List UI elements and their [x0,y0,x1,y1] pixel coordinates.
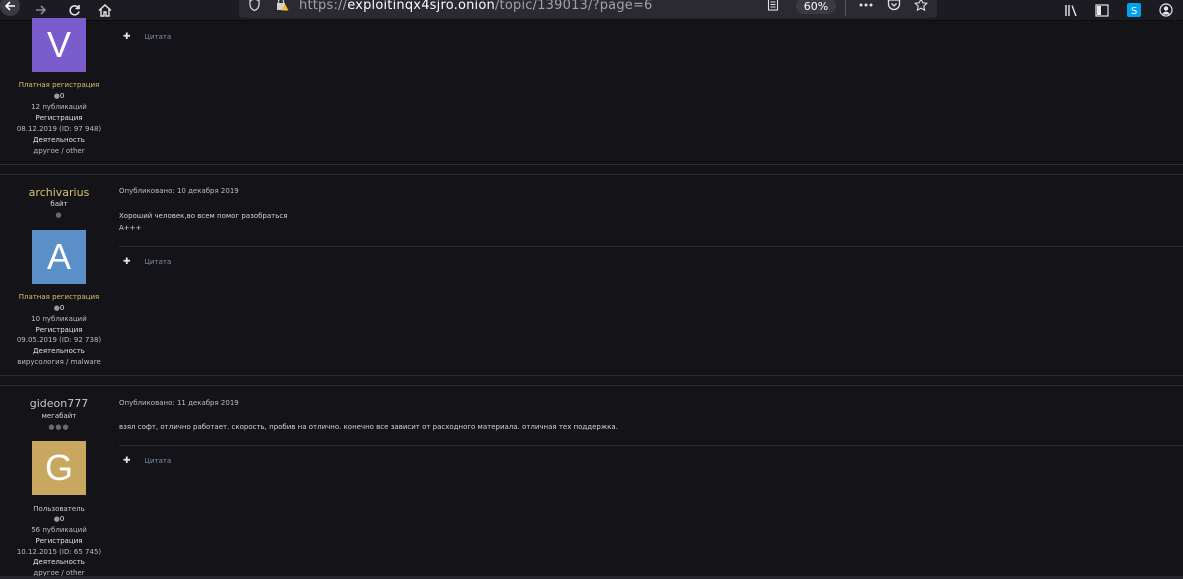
url-path: /topic/139013/?page=6 [494,0,653,13]
plus-icon[interactable]: ✚ [123,456,131,466]
post-body: Хороший человек,во всем помог разобратьс… [119,212,288,232]
activity-label: Деятельность [33,558,85,566]
arrow-right-icon[interactable] [33,0,49,20]
post-body-separator [119,445,1183,446]
published-date: Опубликовано: 11 декабря 2019 [119,399,239,407]
user-role: Платная регистрация [18,81,100,89]
reputation-value: 0 [59,304,65,312]
sidebar-icon[interactable] [1094,0,1110,20]
posts-count: 10 публикаций [31,315,87,323]
url-scheme: https:// [299,0,348,13]
url-text[interactable]: https://exploitinqx4sjro.onion/topic/139… [299,0,653,13]
arrow-left-icon[interactable] [0,0,20,16]
activity-label: Деятельность [33,136,85,144]
ellipsis-icon[interactable] [858,0,874,14]
username[interactable]: gideon777 [0,397,118,410]
rank-dots: ● [55,211,63,219]
quote-link[interactable]: Цитата [145,258,172,266]
avatar[interactable]: A [32,230,86,284]
user-role: Пользователь [33,505,85,513]
post-body: взял софт, отлично работает. скорость, п… [119,423,618,431]
star-icon[interactable] [913,0,929,14]
shield-icon[interactable] [249,0,260,14]
post-divider [0,164,1183,165]
activity-label: Деятельность [33,347,85,355]
avatar[interactable]: G [32,441,86,495]
post-divider [0,375,1183,376]
quote-link[interactable]: Цитата [145,33,172,41]
url-separator [845,0,846,16]
registration-value: 10.12.2015 (ID: 65 745) [16,548,102,556]
registration-label: Регистрация [35,537,83,545]
user-role: Платная регистрация [18,293,100,301]
reputation: ●0 [0,303,118,313]
quote-row: ✚ Цитата [123,456,171,466]
quote-link[interactable]: Цитата [145,457,172,465]
activity-value: вирусология / malware [17,358,101,366]
user-rank: байт [50,200,68,208]
reload-icon[interactable] [66,0,82,20]
reputation-value: 0 [59,515,65,523]
skype-icon[interactable]: S [1126,0,1142,20]
registration-label: Регистрация [35,114,83,122]
pocket-icon[interactable] [887,0,901,14]
reputation: ●0 [0,514,118,524]
warning-lock-icon[interactable] [276,0,290,14]
plus-icon[interactable]: ✚ [123,32,131,42]
reputation: ●0 [0,91,118,101]
post-divider [0,385,1183,386]
library-icon[interactable] [1063,0,1079,20]
posts-count: 56 публикаций [31,526,87,534]
registration-value: 08.12.2019 (ID: 97 948) [16,125,102,133]
avatar[interactable]: V [32,18,86,72]
account-icon[interactable] [1158,0,1174,20]
registration-value: 09.05.2019 (ID: 92 738) [16,336,102,344]
zoom-level[interactable]: 60% [796,0,836,14]
rank-dots: ●●● [48,423,70,431]
browser-toolbar: https://exploitinqx4sjro.onion/topic/139… [0,0,1183,21]
reputation-value: 0 [59,92,65,100]
published-date: Опубликовано: 10 декабря 2019 [119,187,239,195]
plus-icon[interactable]: ✚ [123,257,131,267]
reader-view-icon[interactable] [767,0,779,14]
post-body-separator [119,246,1183,247]
post-divider [0,174,1183,175]
url-bar[interactable]: https://exploitinqx4sjro.onion/topic/139… [239,0,937,18]
quote-row: ✚ Цитата [123,32,171,42]
quote-row: ✚ Цитата [123,257,171,267]
home-icon[interactable] [96,0,114,20]
registration-label: Регистрация [35,326,83,334]
url-host: exploitinqx4sjro.onion [347,0,495,13]
username[interactable]: archivarius [0,186,118,199]
activity-value: другое / other [33,147,85,155]
user-rank: мегабайт [41,412,77,420]
svg-text:S: S [1131,6,1137,17]
posts-count: 12 публикаций [31,103,87,111]
